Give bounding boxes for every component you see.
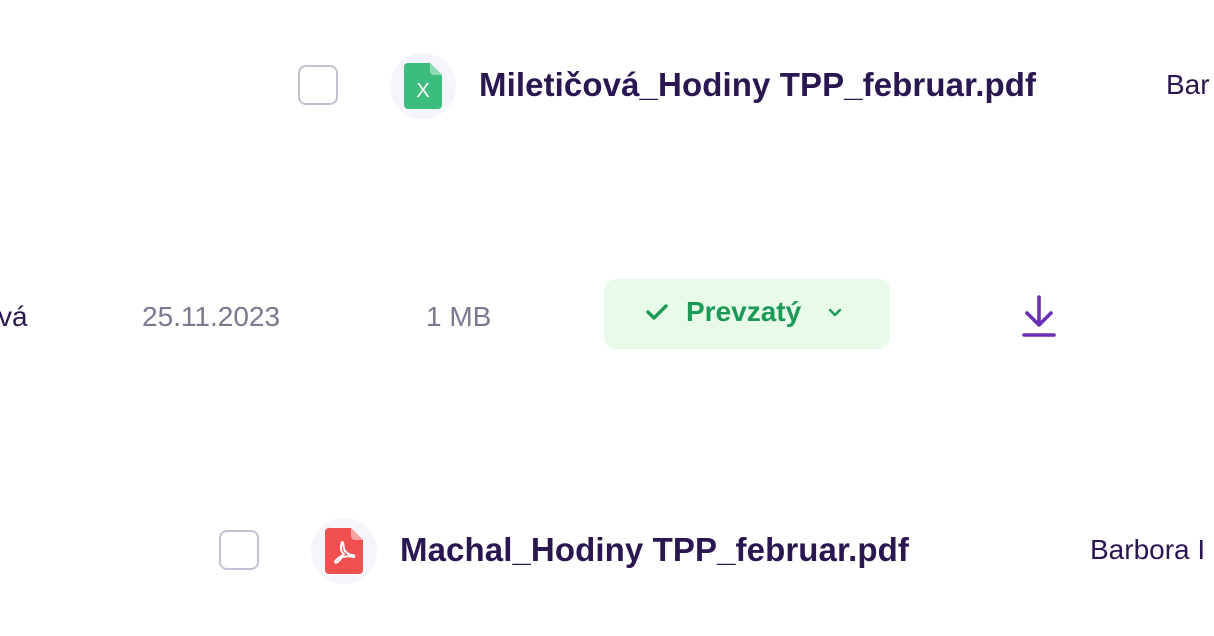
download-icon [1022, 295, 1056, 337]
row-select-checkbox[interactable] [298, 65, 338, 105]
pdf-file-icon [325, 528, 363, 574]
upload-date: 25.11.2023 [142, 301, 281, 332]
file-type-badge [311, 518, 377, 584]
download-button[interactable] [1017, 294, 1061, 342]
status-dropdown[interactable]: Prevzatý [604, 279, 890, 349]
owner-name: Bar [1166, 69, 1210, 100]
svg-text:X: X [416, 80, 429, 102]
file-size: 1 MB [426, 301, 492, 332]
chevron-down-icon [828, 308, 842, 317]
file-name-link[interactable]: Miletičová_Hodiny TPP_februar.pdf [479, 66, 1036, 104]
status-label: Prevzatý [686, 296, 802, 327]
owner-name: Barbora I [1090, 534, 1206, 565]
file-type-badge: X [390, 53, 456, 119]
row-select-checkbox[interactable] [219, 530, 259, 570]
owner-name: vá [0, 301, 28, 332]
check-icon [646, 304, 668, 320]
file-name-link[interactable]: Machal_Hodiny TPP_februar.pdf [400, 531, 909, 569]
excel-file-icon: X [404, 63, 442, 109]
